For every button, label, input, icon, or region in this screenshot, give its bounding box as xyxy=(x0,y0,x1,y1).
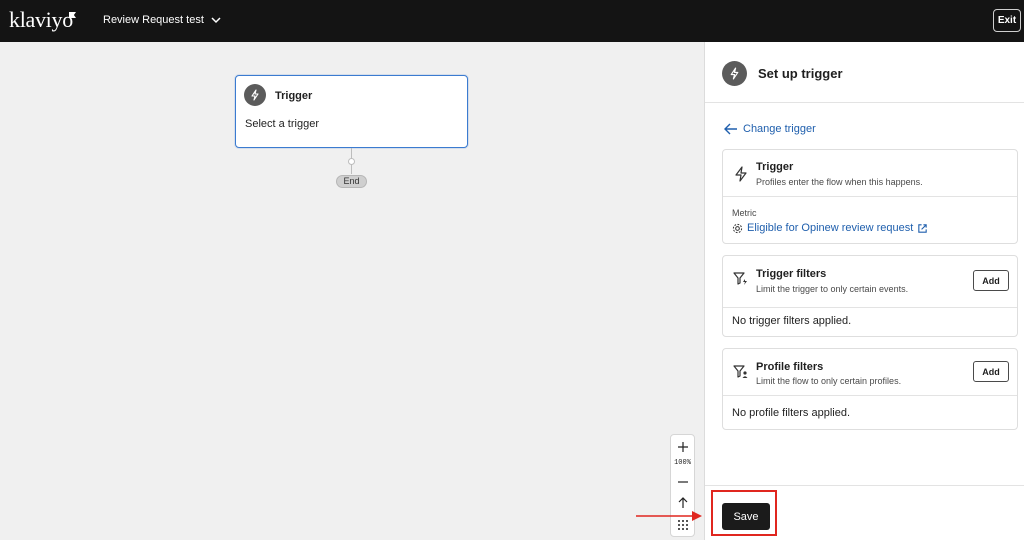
annotation-highlight-box xyxy=(711,490,777,536)
klaviyo-logo[interactable]: klaviyo xyxy=(9,9,73,31)
zoom-level: 100% xyxy=(674,459,691,467)
flow-name-dropdown[interactable]: Review Request test xyxy=(103,14,222,26)
end-node: End xyxy=(336,175,367,188)
flow-name-label: Review Request test xyxy=(103,14,204,26)
trigger-filters-card: Trigger filters Limit the trigger to onl… xyxy=(722,255,1018,337)
add-trigger-filter-button[interactable]: Add xyxy=(973,270,1009,291)
panel-title: Set up trigger xyxy=(758,66,843,81)
connector-dot[interactable] xyxy=(348,158,355,165)
exit-button[interactable]: Exit xyxy=(993,9,1021,32)
metric-link[interactable]: Eligible for Opinew review request xyxy=(732,222,928,234)
change-trigger-link[interactable]: Change trigger xyxy=(724,123,816,135)
minus-icon xyxy=(677,481,688,483)
panel-footer: Save xyxy=(705,485,1024,540)
profile-filters-description: Limit the flow to only certain profiles. xyxy=(756,376,902,386)
trigger-filters-empty: No trigger filters applied. xyxy=(732,315,852,327)
change-trigger-label: Change trigger xyxy=(743,123,816,135)
arrow-up-icon xyxy=(678,497,687,508)
trigger-node-subtitle: Select a trigger xyxy=(245,118,319,130)
profile-filters-header: Profile filters Limit the flow to only c… xyxy=(723,349,1017,396)
filter-person-icon xyxy=(733,365,748,378)
trigger-card-description: Profiles enter the flow when this happen… xyxy=(756,177,923,187)
trigger-filters-title: Trigger filters xyxy=(756,268,827,280)
trigger-node[interactable]: Trigger Select a trigger xyxy=(235,75,468,148)
arrow-left-icon xyxy=(724,123,737,135)
profile-filters-card: Profile filters Limit the flow to only c… xyxy=(722,348,1018,430)
chevron-down-icon xyxy=(211,17,221,24)
trigger-filters-description: Limit the trigger to only certain events… xyxy=(756,284,909,294)
add-profile-filter-button[interactable]: Add xyxy=(973,361,1009,382)
plus-icon xyxy=(677,442,688,452)
gear-icon xyxy=(732,223,743,233)
panel-header: Set up trigger xyxy=(705,42,1024,103)
filter-lightning-icon xyxy=(733,272,747,285)
flow-canvas[interactable]: Trigger Select a trigger End 100% xyxy=(0,42,704,540)
recenter-button[interactable] xyxy=(671,495,694,511)
zoom-in-button[interactable] xyxy=(671,439,694,455)
lightning-icon xyxy=(722,61,747,86)
lightning-icon xyxy=(244,84,266,106)
trigger-node-title: Trigger xyxy=(275,90,313,102)
lightning-icon xyxy=(735,166,747,182)
external-link-icon xyxy=(918,223,928,233)
trigger-filters-header: Trigger filters Limit the trigger to onl… xyxy=(723,256,1017,308)
trigger-setup-panel: Set up trigger Change trigger Trigger Pr… xyxy=(704,42,1024,540)
zoom-out-button[interactable] xyxy=(671,474,694,490)
profile-filters-empty: No profile filters applied. xyxy=(732,407,851,419)
profile-filters-title: Profile filters xyxy=(756,361,824,373)
annotation-arrow-icon xyxy=(636,511,702,521)
logo-flag-icon xyxy=(69,12,76,18)
metric-label: Metric xyxy=(732,208,757,218)
metric-value: Eligible for Opinew review request xyxy=(747,222,914,234)
trigger-card-header: Trigger Profiles enter the flow when thi… xyxy=(723,150,1017,197)
top-bar: klaviyo Review Request test Exit xyxy=(0,0,1024,42)
trigger-card-title: Trigger xyxy=(756,161,794,173)
trigger-card: Trigger Profiles enter the flow when thi… xyxy=(722,149,1018,244)
